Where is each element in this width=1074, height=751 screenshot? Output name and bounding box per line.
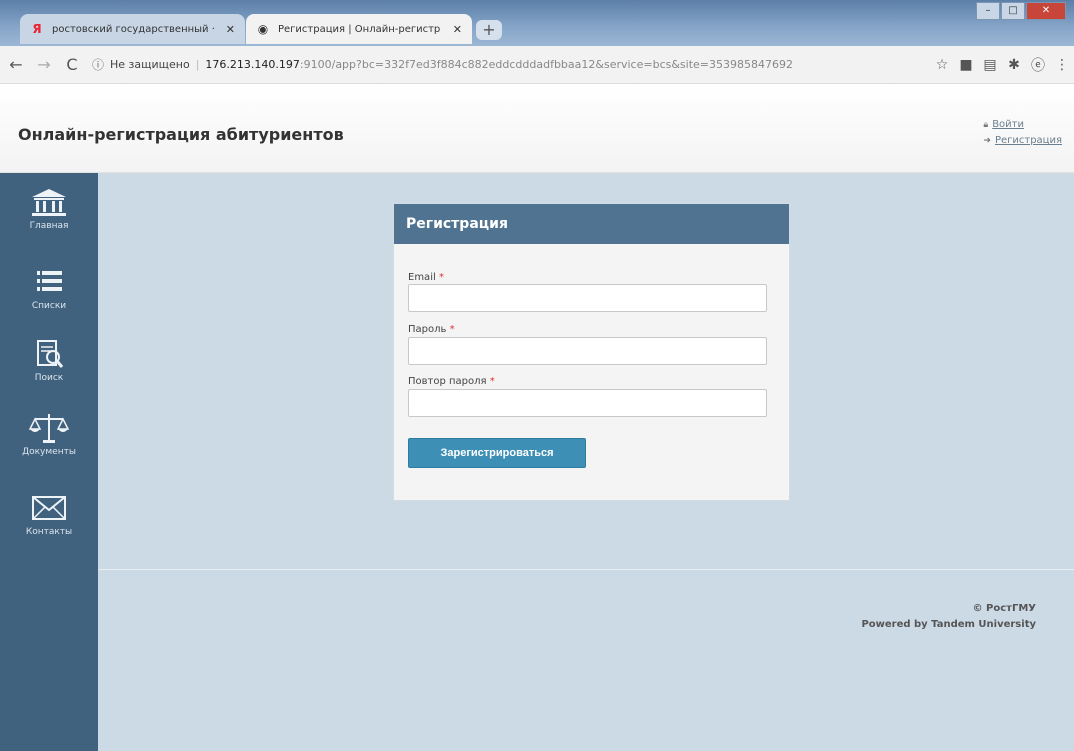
- forward-arrow-icon[interactable]: →: [32, 55, 56, 74]
- required-mark: *: [438, 272, 444, 283]
- lock-icon: 🔒︎: [983, 120, 989, 130]
- extensions-puzzle-icon[interactable]: ✱: [1002, 57, 1026, 73]
- reload-icon[interactable]: C: [60, 55, 84, 74]
- tab-title: Регистрация | Онлайн-регистр: [278, 23, 441, 35]
- panel-title: Регистрация: [394, 204, 789, 244]
- sidebar-item-label: Поиск: [34, 373, 64, 383]
- sidebar-item-label: Контакты: [25, 527, 73, 537]
- institution-icon: [32, 189, 66, 216]
- copyright-text: © РостГМУ: [972, 603, 1036, 614]
- info-icon[interactable]: ⓘ: [92, 56, 104, 73]
- tab-close-icon[interactable]: ✕: [453, 23, 462, 36]
- browser-tab[interactable]: Я ростовский государственный · ✕: [20, 14, 245, 44]
- footer: © РостГМУ Powered by Tandem University: [861, 601, 1036, 633]
- close-window-button[interactable]: ✕: [1026, 2, 1066, 20]
- sidebar-item-label: Главная: [29, 221, 69, 231]
- password-label: Пароль *: [408, 324, 455, 335]
- maximize-button[interactable]: □: [1001, 2, 1025, 20]
- address-bar[interactable]: ⓘ Не защищено | 176.213.140.197 :9100/ap…: [92, 51, 920, 79]
- minimize-button[interactable]: –: [976, 2, 1000, 20]
- envelope-icon: [32, 496, 66, 520]
- password-field[interactable]: [408, 337, 767, 365]
- sidebar: Главная Списки Поиск Документы Контакты: [0, 173, 98, 751]
- security-status: Не защищено: [110, 58, 190, 71]
- menu-icon[interactable]: ⋮: [1050, 57, 1074, 73]
- main-content: Регистрация Email * Пароль * Повтор паро…: [98, 173, 1074, 751]
- sidebar-item-label: Документы: [22, 447, 76, 457]
- sidebar-item-label: Списки: [31, 301, 67, 311]
- globe-favicon-icon: ◉: [257, 22, 269, 36]
- yandex-favicon-icon: Я: [32, 22, 42, 36]
- password-repeat-field[interactable]: [408, 389, 767, 417]
- tab-title: ростовский государственный ·: [52, 23, 215, 35]
- password-repeat-label: Повтор пароля *: [408, 376, 495, 387]
- browser-toolbar: ← → C ⓘ Не защищено | 176.213.140.197 :9…: [0, 46, 1074, 84]
- browser-tab-active[interactable]: ◉ Регистрация | Онлайн-регистр ✕: [246, 14, 472, 44]
- sidebar-item-search[interactable]: Поиск: [0, 337, 98, 413]
- back-arrow-icon[interactable]: ←: [4, 55, 28, 74]
- sidebar-item-home[interactable]: Главная: [0, 185, 98, 261]
- password-label-text: Пароль: [408, 324, 447, 335]
- site-title: Онлайн-регистрация абитуриентов: [18, 125, 344, 144]
- sidebar-item-lists[interactable]: Списки: [0, 265, 98, 341]
- profile-icon[interactable]: ⓔ: [1026, 55, 1050, 75]
- address-separator: |: [195, 58, 200, 71]
- tab-close-icon[interactable]: ✕: [226, 23, 235, 36]
- powered-by-text: Powered by Tandem University: [861, 619, 1036, 630]
- extension-icon[interactable]: ■: [954, 57, 978, 73]
- auth-links: 🔒︎ Войти ➜ Регистрация: [983, 117, 1062, 149]
- password-repeat-label-text: Повтор пароля: [408, 376, 487, 387]
- registration-panel: Регистрация Email * Пароль * Повтор паро…: [393, 203, 790, 501]
- url-host: 176.213.140.197: [205, 58, 300, 71]
- email-label-text: Email: [408, 272, 436, 283]
- scales-icon: [28, 414, 70, 443]
- page-header: Онлайн-регистрация абитуриентов 🔒︎ Войти …: [0, 85, 1074, 173]
- email-field[interactable]: [408, 284, 767, 312]
- extension-icon[interactable]: ▤: [978, 57, 1002, 73]
- new-tab-button[interactable]: +: [476, 20, 502, 40]
- login-link[interactable]: Войти: [992, 119, 1024, 130]
- search-document-icon: [37, 340, 64, 368]
- bookmark-star-icon[interactable]: ☆: [930, 57, 954, 73]
- register-link[interactable]: Регистрация: [995, 135, 1062, 146]
- list-icon: [37, 271, 62, 291]
- sidebar-item-documents[interactable]: Документы: [0, 411, 98, 487]
- url-path: :9100/app?bc=332f7ed3f884c882eddcdddadfb…: [299, 58, 793, 71]
- required-mark: *: [489, 376, 495, 387]
- register-button[interactable]: Зарегистрироваться: [408, 438, 586, 468]
- email-label: Email *: [408, 272, 444, 283]
- required-mark: *: [449, 324, 455, 335]
- footer-divider: [98, 569, 1074, 570]
- enter-arrow-icon: ➜: [983, 136, 991, 146]
- browser-tab-bar: Я ростовский государственный · ✕ ◉ Регис…: [0, 0, 1074, 46]
- window-controls: – □ ✕: [976, 2, 1066, 20]
- sidebar-item-contacts[interactable]: Контакты: [0, 491, 98, 567]
